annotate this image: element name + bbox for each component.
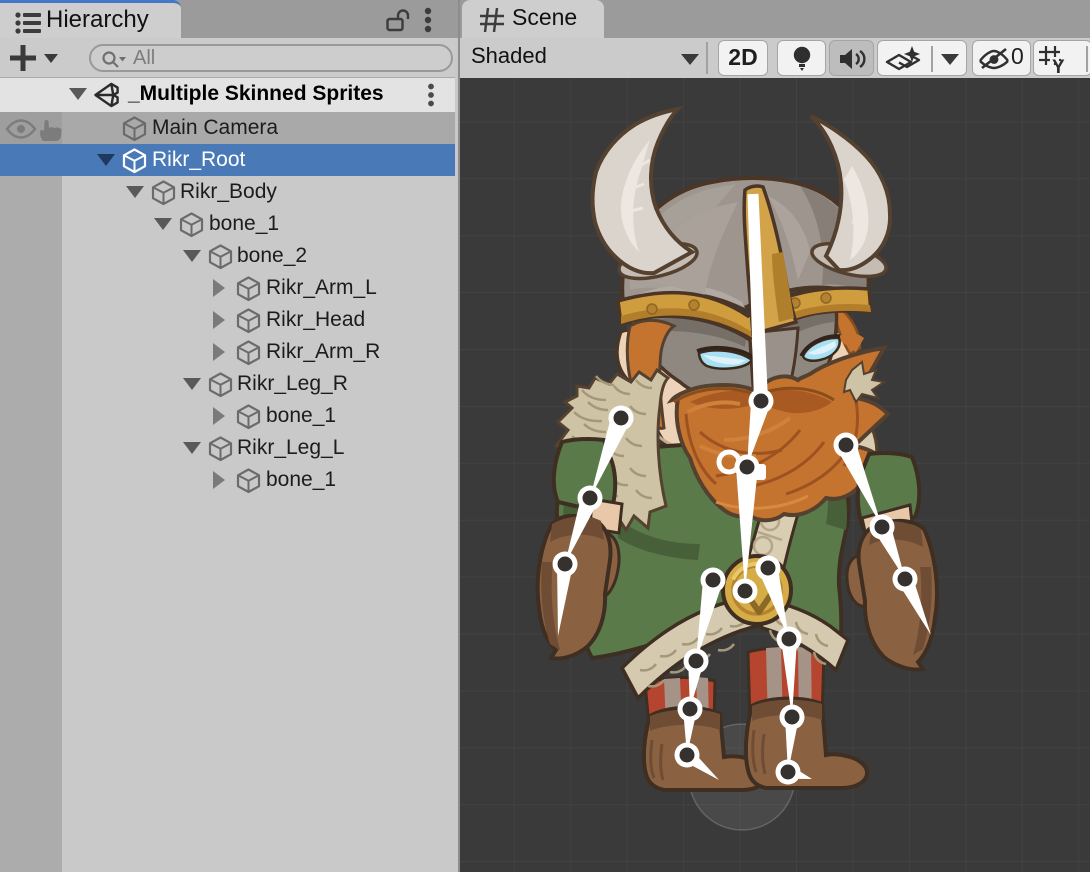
svg-text:Y: Y (1052, 57, 1065, 75)
